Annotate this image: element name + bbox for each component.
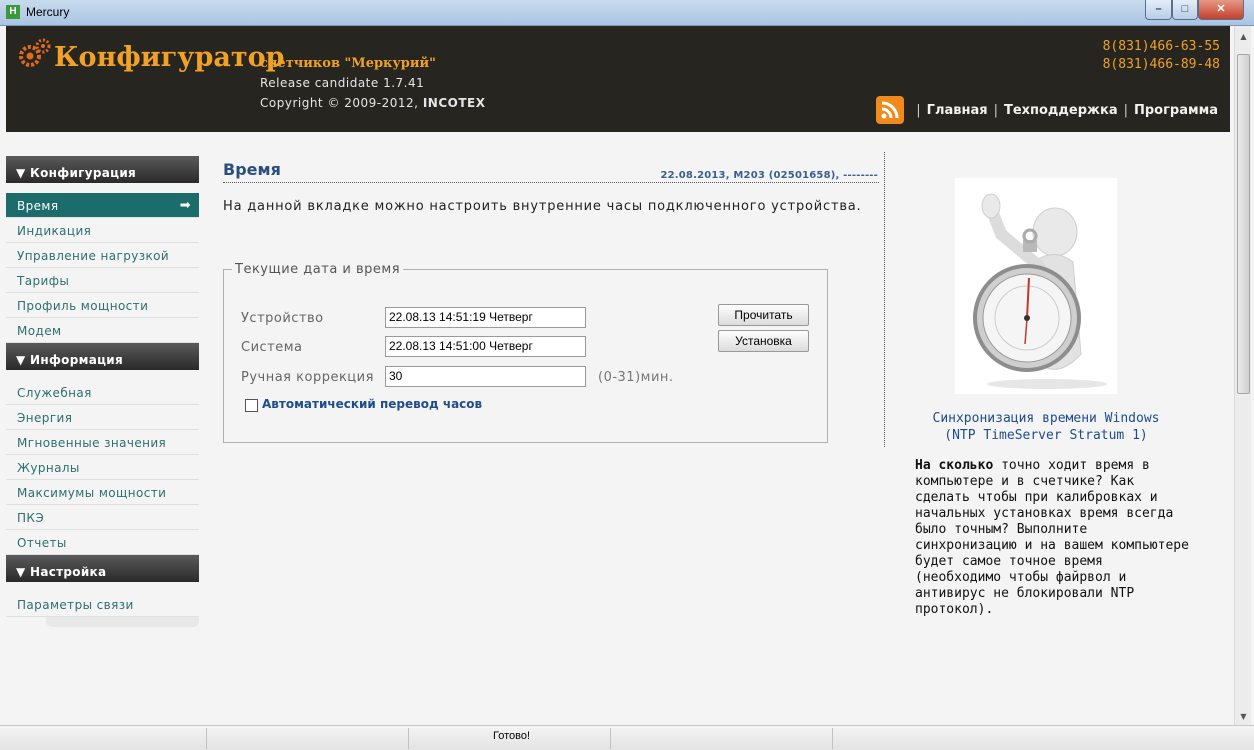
logo-subtitle: счетчиков "Меркурий" [260,56,436,71]
title-divider [223,182,879,183]
content-divider [884,152,885,447]
sidebar-section-information[interactable]: ▼ Информация [6,343,199,370]
device-info: 22.08.2013, M203 (02501658), -------- [660,170,878,181]
nav-link-home[interactable]: Главная [927,103,988,118]
auto-dst-label[interactable]: Автоматический перевод часов [262,397,482,411]
sidebar: ▼ Конфигурация Время ➡ Индикация Управле… [6,156,199,627]
sidebar-item-instant-values[interactable]: Мгновенные значения [6,430,199,455]
sidebar-section-settings[interactable]: ▼ Настройка [6,555,199,582]
arrow-right-icon: ➡ [179,198,191,213]
nav-separator: | [916,102,921,118]
sidebar-item-power-profile[interactable]: Профиль мощности [6,293,199,318]
sidebar-item-tariffs[interactable]: Тарифы [6,268,199,293]
phone-numbers: 8(831)466-63-55 8(831)466-89-48 [1103,38,1220,74]
status-cell [611,728,833,749]
auto-dst-checkbox[interactable] [245,399,258,412]
sidebar-item-time[interactable]: Время ➡ [6,193,199,218]
sync-description-body: точно ходит время в компьютере и в счетч… [915,458,1189,617]
sidebar-item-label: Время [17,199,59,213]
set-button[interactable]: Установка [718,330,809,352]
scroll-thumb[interactable] [1237,54,1250,394]
sidebar-item-energy[interactable]: Энергия [6,405,199,430]
nav-separator: | [993,102,998,118]
logo-title: Конфигуратор [54,42,285,73]
window-title: Mercury [26,5,70,19]
sidebar-item-pke[interactable]: ПКЭ [6,505,199,530]
copyright-company: INCOTEX [422,96,486,110]
nav-separator: | [1123,102,1128,118]
sync-description: На сколько точно ходит время в компьютер… [915,458,1190,618]
page-description: На данной вкладке можно настроить внутре… [223,199,862,214]
window-titlebar: H Mercury – □ ✕ [0,0,1254,26]
vertical-scrollbar[interactable]: ▲ ▼ [1234,26,1251,725]
nav-link-support[interactable]: Техподдержка [1004,103,1118,118]
manual-correction-input[interactable]: 30 [385,366,586,387]
sync-description-lead: На сколько [915,458,994,473]
sidebar-item-modem[interactable]: Модем [6,318,199,343]
sync-link-line-2: (NTP TimeServer Stratum 1) [944,428,1148,443]
sidebar-section-configuration[interactable]: ▼ Конфигурация [6,156,199,183]
windows-time-sync-link[interactable]: Синхронизация времени Windows (NTP TimeS… [890,410,1202,444]
nav-link-program[interactable]: Программа [1134,103,1218,118]
close-button[interactable]: ✕ [1198,0,1244,20]
minimize-button[interactable]: – [1145,0,1172,20]
copyright-prefix: Copyright © 2009-2012, [260,96,423,110]
sync-link-line-1: Синхронизация времени Windows [932,411,1160,426]
sidebar-item-service[interactable]: Служебная [6,380,199,405]
status-text: Готово! [493,730,531,742]
scroll-up-icon[interactable]: ▲ [1237,32,1250,41]
stopwatch-figure-illustration [955,178,1117,394]
scroll-down-icon[interactable]: ▼ [1237,712,1250,721]
device-datetime-field[interactable]: 22.08.13 14:51:19 Четверг [385,307,586,328]
sidebar-item-reports[interactable]: Отчеты [6,530,199,555]
sidebar-item-power-maximums[interactable]: Максимумы мощности [6,480,199,505]
copyright: Copyright © 2009-2012, INCOTEX [260,96,485,110]
maximize-button[interactable]: □ [1172,0,1198,20]
system-label: Система [241,340,303,355]
sidebar-item-connection-params[interactable]: Параметры связи [6,592,199,617]
sidebar-footer [46,617,199,627]
site-header: Конфигуратор счетчиков "Меркурий" Releas… [6,26,1230,132]
rss-icon[interactable] [876,96,905,124]
read-button[interactable]: Прочитать [718,304,809,326]
manual-correction-label: Ручная коррекция [241,370,374,385]
status-cell [207,728,409,749]
gears-logo-icon [19,38,51,67]
phone-2: 8(831)466-89-48 [1102,57,1220,72]
fieldset-legend: Текущие дата и время [235,262,401,277]
sidebar-item-journals[interactable]: Журналы [6,455,199,480]
sidebar-item-load-control[interactable]: Управление нагрузкой [6,243,199,268]
status-bar [0,725,1254,750]
release-version: Release candidate 1.7.41 [260,76,425,90]
sidebar-item-indication[interactable]: Индикация [6,218,199,243]
phone-1: 8(831)466-63-55 [1102,39,1220,54]
status-cell [0,728,207,749]
system-datetime-field[interactable]: 22.08.13 14:51:00 Четверг [385,336,586,357]
device-label: Устройство [241,311,324,326]
page-title: Время [223,160,281,179]
app-icon: H [6,5,20,19]
manual-correction-range: (0-31)мин. [598,370,674,385]
top-nav: | Главная | Техподдержка | Программа [876,96,1218,124]
